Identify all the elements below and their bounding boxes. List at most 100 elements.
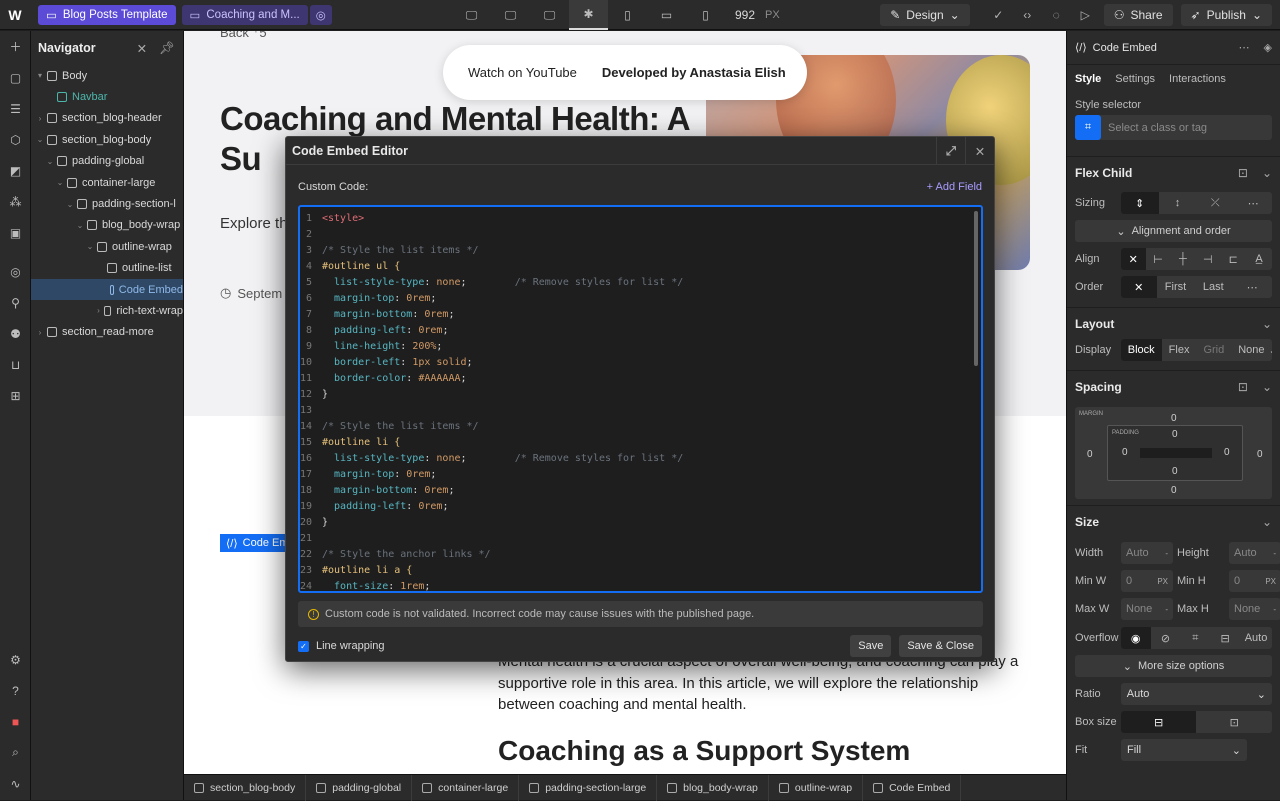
code-line[interactable]: 13 <box>300 402 981 418</box>
more-icon[interactable]: ⋯ <box>1232 276 1272 298</box>
add-icon[interactable]: ＋ <box>0 31 31 62</box>
tab-settings[interactable]: Settings <box>1115 73 1155 85</box>
spacing-header[interactable]: Spacing ⊡ ⌄ <box>1075 371 1272 403</box>
code-line[interactable]: 22 /* Style the anchor links */ <box>300 546 981 562</box>
code-line[interactable]: 19 padding-left: 0rem; <box>300 498 981 514</box>
content-box-icon[interactable]: ⊡ <box>1196 711 1272 733</box>
align-end-icon[interactable]: ⊣ <box>1195 248 1220 270</box>
none-icon[interactable]: ✕ <box>1120 248 1146 270</box>
visible-eye-icon[interactable]: ◉ <box>1120 627 1151 649</box>
min-height-unit[interactable]: PX <box>1265 577 1276 586</box>
breakpoint-width[interactable]: 992 <box>735 8 755 22</box>
pages-icon[interactable]: ▢ <box>0 62 31 93</box>
alignment-order-toggle[interactable]: ⌄ Alignment and order <box>1075 220 1272 242</box>
search-icon[interactable]: ⌕ <box>0 737 31 768</box>
breadcrumb-item[interactable]: outline-wrap <box>769 774 864 801</box>
padding-top-value[interactable]: 0 <box>1172 429 1178 440</box>
share-button[interactable]: ⚇ Share <box>1103 4 1173 26</box>
code-line[interactable]: 15 #outline li { <box>300 434 981 450</box>
code-line[interactable]: 2 <box>300 226 981 242</box>
chevron-down-icon[interactable]: ⌄ <box>1262 166 1272 180</box>
align-start-icon[interactable]: ⊢ <box>1146 248 1171 270</box>
check-icon[interactable]: ✓ <box>984 0 1013 30</box>
code-line[interactable]: 1 <style> <box>300 210 981 226</box>
display-grid[interactable]: Grid <box>1196 339 1231 361</box>
navigator-item[interactable]: › section_blog-header <box>31 108 183 129</box>
mobile-portrait-breakpoint-icon[interactable]: ▯ <box>686 0 725 30</box>
desktop-base-breakpoint-icon[interactable]: ✱ <box>569 0 608 30</box>
code-line[interactable]: 17 margin-top: 0rem; <box>300 466 981 482</box>
expand-arrow-icon[interactable]: ⌄ <box>55 178 65 187</box>
play-icon[interactable]: ▷ <box>1071 0 1100 30</box>
close-icon[interactable]: ✕ <box>137 41 147 56</box>
align-center-icon[interactable]: ┼ <box>1171 248 1196 270</box>
breadcrumb-item[interactable]: Code Embed <box>863 774 962 801</box>
expand-arrow-icon[interactable]: › <box>95 306 102 315</box>
comment-icon[interactable]: ◌ <box>1042 0 1071 30</box>
more-icon[interactable]: ⋯ <box>1239 41 1250 54</box>
padding-right-value[interactable]: 0 <box>1224 447 1230 458</box>
code-line[interactable]: 14 /* Style the list items */ <box>300 418 981 434</box>
apps-icon[interactable]: ⊞ <box>0 380 31 411</box>
watch-youtube-link[interactable]: Watch on YouTube <box>468 65 577 80</box>
code-line[interactable]: 24 font-size: 1rem; <box>300 578 981 592</box>
navigator-item[interactable]: ⌄ padding-section-l <box>31 193 183 214</box>
width-input[interactable]: Auto - <box>1121 542 1173 564</box>
logic-icon[interactable]: ⚲ <box>0 287 31 318</box>
code-line[interactable]: 5 list-style-type: none; /* Remove style… <box>300 274 981 290</box>
tablet-breakpoint-icon[interactable]: ▯ <box>608 0 647 30</box>
code-line[interactable]: 11 border-color: #AAAAAA; <box>300 370 981 386</box>
expand-icon[interactable]: ⤢ <box>936 137 965 165</box>
none-icon[interactable]: ✕ <box>1120 276 1157 298</box>
styles-icon[interactable]: ◩ <box>0 155 31 186</box>
line-wrapping-checkbox[interactable]: ✓ <box>298 640 309 652</box>
margin-left-value[interactable]: 0 <box>1087 449 1093 460</box>
navigator-item[interactable]: ⌄ padding-global <box>31 151 183 172</box>
code-line[interactable]: 6 margin-top: 0rem; <box>300 290 981 306</box>
youtube-banner[interactable]: Watch on YouTube Developed by Anastasia … <box>443 45 807 100</box>
tab-page-template[interactable]: ▭ Blog Posts Template <box>38 4 176 25</box>
code-line[interactable]: 8 padding-left: 0rem; <box>300 322 981 338</box>
code-line[interactable]: 7 margin-bottom: 0rem; <box>300 306 981 322</box>
editor-scrollbar[interactable] <box>974 211 978 366</box>
tab-interactions[interactable]: Interactions <box>1169 73 1226 85</box>
activity-icon[interactable]: ∿ <box>0 768 31 799</box>
code-line[interactable]: 20} <box>300 514 981 530</box>
min-width-input[interactable]: 0 PX <box>1121 570 1173 592</box>
code-line[interactable]: 18 margin-bottom: 0rem; <box>300 482 981 498</box>
margin-top-value[interactable]: 0 <box>1171 413 1177 424</box>
code-line[interactable]: 16 list-style-type: none; /* Remove styl… <box>300 450 981 466</box>
more-size-options-toggle[interactable]: ⌄ More size options <box>1075 655 1272 677</box>
spacing-preset-icon[interactable]: ⊡ <box>1238 380 1248 394</box>
tab-style[interactable]: Style <box>1075 73 1101 85</box>
fit-select[interactable]: Fill ⌄ <box>1121 739 1247 761</box>
navigator-item[interactable]: ⌄ blog_body-wrap <box>31 215 183 236</box>
order-first[interactable]: First <box>1157 276 1195 298</box>
expand-arrow-icon[interactable]: ⌄ <box>65 200 75 209</box>
navigator-item[interactable]: ▾ Body <box>31 65 183 86</box>
code-line[interactable]: 10 border-left: 1px solid; <box>300 354 981 370</box>
padding-bottom-value[interactable]: 0 <box>1172 466 1178 477</box>
close-icon[interactable]: ✕ <box>965 137 994 165</box>
code-editor[interactable]: 1 <style> 2 3/* Style the list items */4 #ou… <box>298 205 983 593</box>
align-stretch-icon[interactable]: ⊏ <box>1220 248 1246 270</box>
navigator-item[interactable]: ⌄ outline-wrap <box>31 236 183 257</box>
code-line[interactable]: 23 #outline li a { <box>300 562 981 578</box>
add-field-button[interactable]: + Add Field <box>927 181 982 193</box>
code-line[interactable]: 12} <box>300 386 981 402</box>
order-last[interactable]: Last <box>1194 276 1232 298</box>
save-button[interactable]: Save <box>850 635 892 657</box>
min-height-input[interactable]: 0 PX <box>1229 570 1280 592</box>
navigator-item[interactable]: ⌄ container-large <box>31 172 183 193</box>
expand-arrow-icon[interactable]: ⌄ <box>35 135 45 144</box>
scroll-icon[interactable]: ⌗ <box>1180 627 1210 649</box>
chevron-down-icon[interactable]: ⌄ <box>1262 317 1272 331</box>
height-input[interactable]: Auto - <box>1229 542 1280 564</box>
components-icon[interactable]: ⬡ <box>0 124 31 155</box>
users-icon[interactable]: ⚉ <box>0 318 31 349</box>
navigator-item[interactable]: Code Embed <box>31 278 183 301</box>
tab-cms-item[interactable]: ▭ Coaching and M... <box>181 4 308 25</box>
chevron-down-icon[interactable]: ⌄ <box>1262 380 1272 394</box>
breadcrumb-item[interactable]: padding-global <box>306 774 413 801</box>
expand-arrow-icon[interactable]: ⌄ <box>85 242 95 251</box>
